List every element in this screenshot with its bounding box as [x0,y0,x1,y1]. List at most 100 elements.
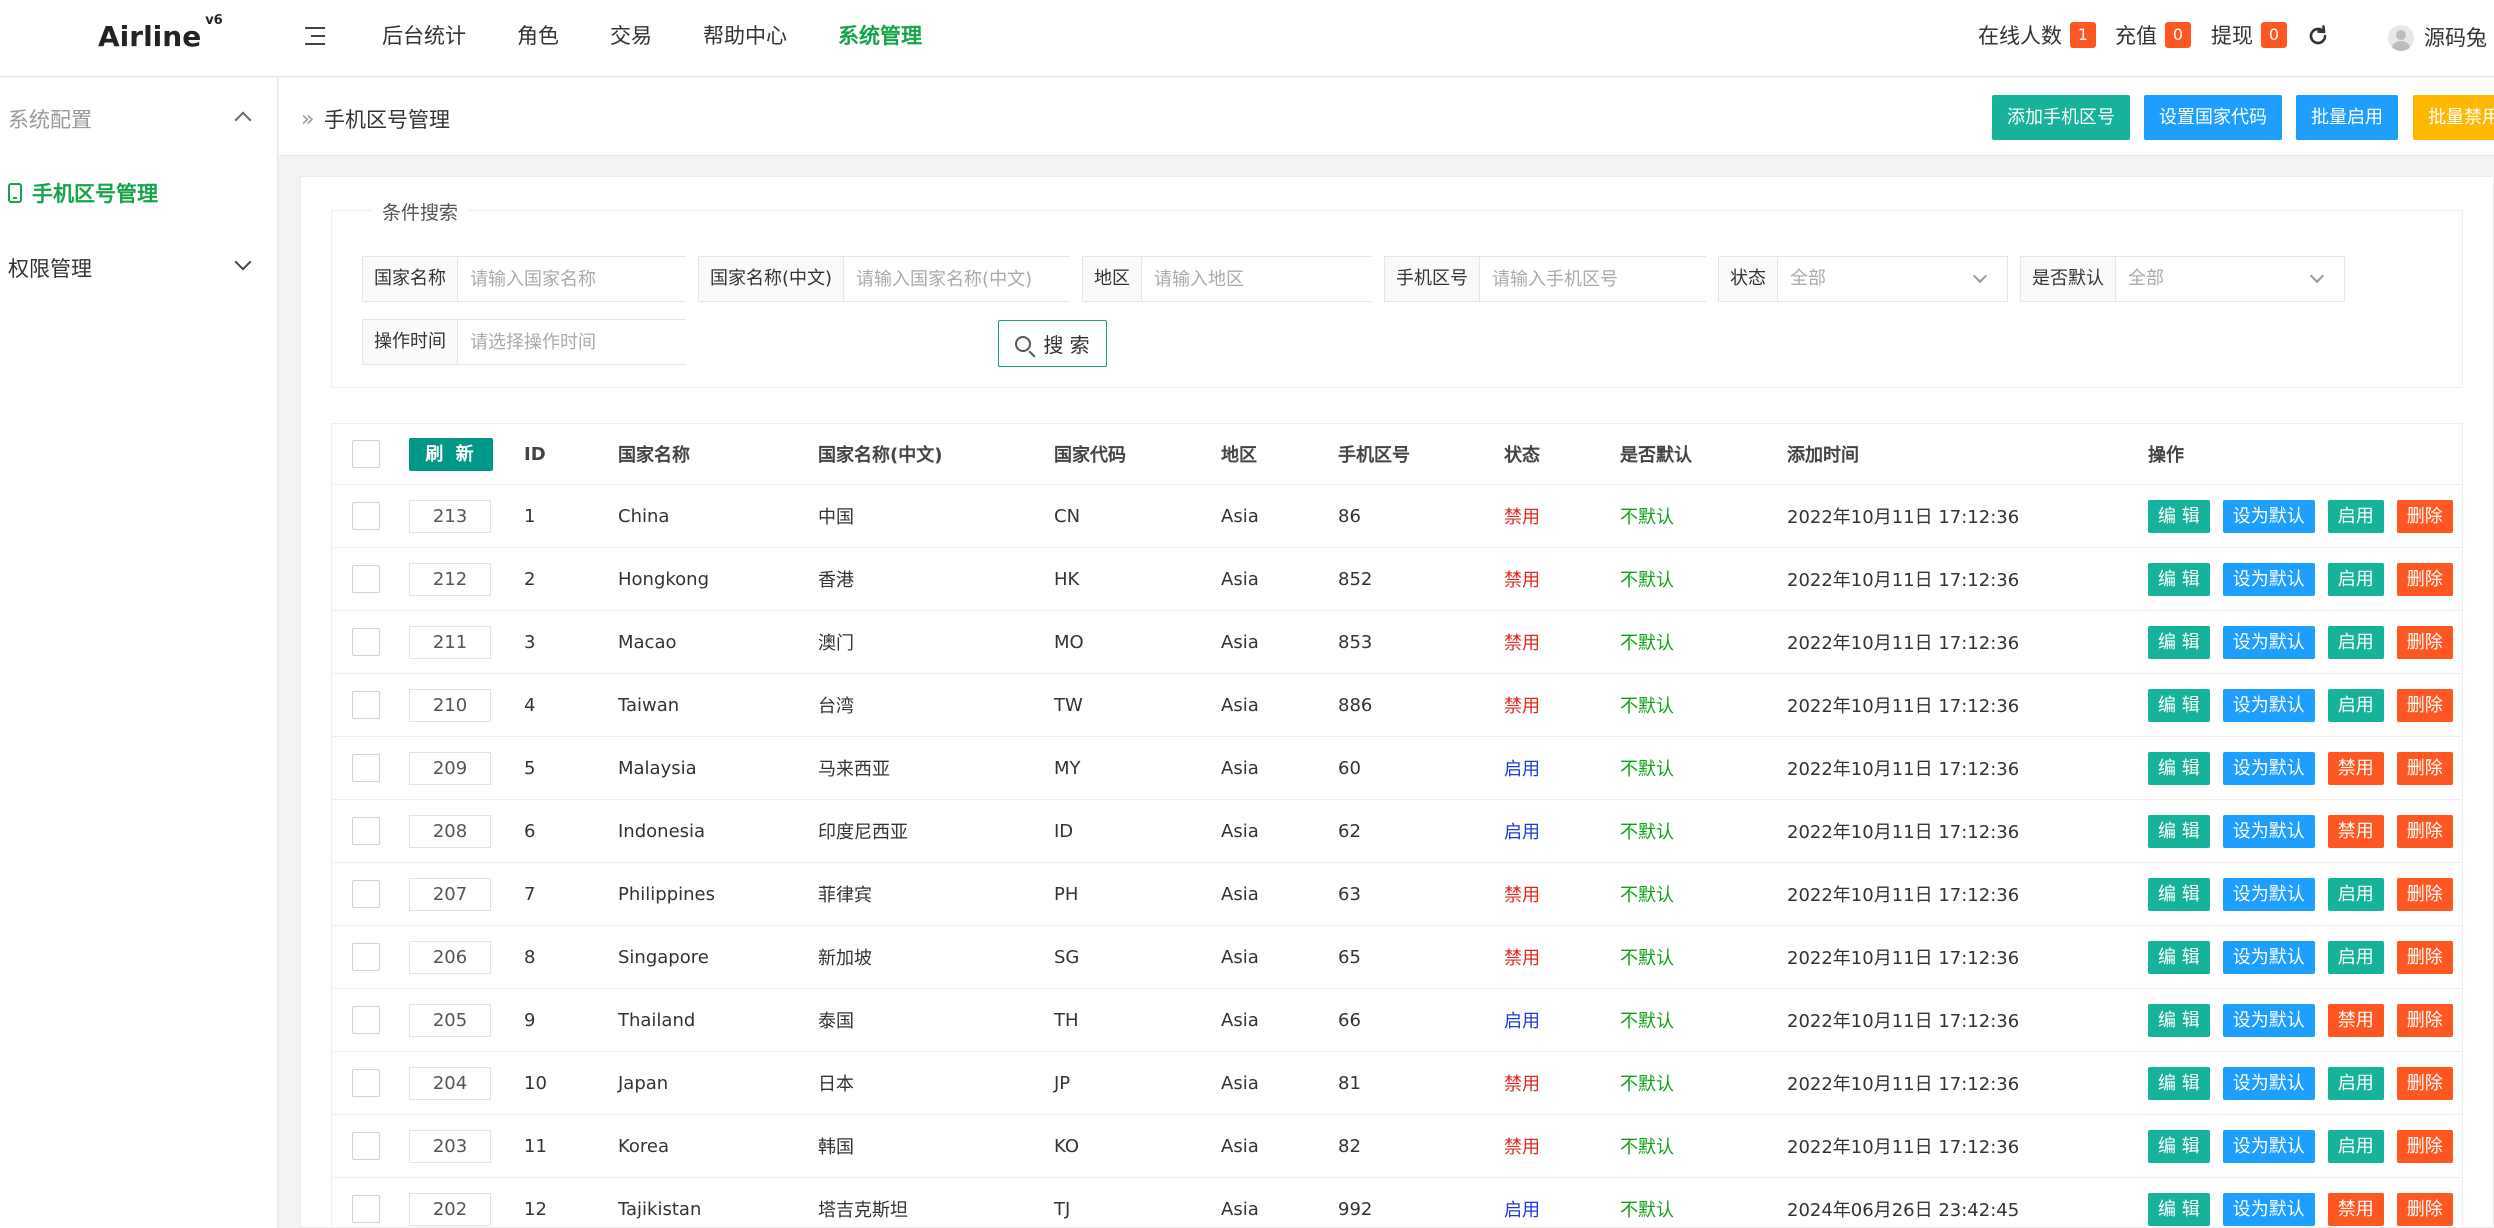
edit-button[interactable]: 编 辑 [2148,877,2210,911]
nav-item-3[interactable]: 帮助中心 [703,0,787,77]
edit-button[interactable]: 编 辑 [2148,625,2210,659]
delete-button[interactable]: 删除 [2396,940,2453,974]
enable-button[interactable]: 启用 [2327,877,2384,911]
row-checkbox[interactable] [352,502,380,530]
sort-order-input[interactable]: 209 [409,751,491,785]
add-phone-code-button[interactable]: 添加手机区号 [1992,95,2130,140]
enable-button[interactable]: 启用 [2327,1129,2384,1163]
delete-button[interactable]: 删除 [2396,625,2453,659]
sort-order-input[interactable]: 205 [409,1003,491,1037]
sort-order-input[interactable]: 211 [409,625,491,659]
select-all-checkbox[interactable] [352,440,380,468]
edit-button[interactable]: 编 辑 [2148,499,2210,533]
row-checkbox[interactable] [352,1069,380,1097]
delete-button[interactable]: 删除 [2396,814,2453,848]
delete-button[interactable]: 删除 [2396,562,2453,596]
nav-item-2[interactable]: 交易 [610,0,652,77]
enable-button[interactable]: 启用 [2327,562,2384,596]
set-default-button[interactable]: 设为默认 [2222,688,2315,722]
nav-item-0[interactable]: 后台统计 [382,0,466,77]
enable-button[interactable]: 启用 [2327,625,2384,659]
refresh-icon[interactable] [2306,24,2330,48]
sort-order-input[interactable]: 204 [409,1066,491,1100]
enable-button[interactable]: 启用 [2327,499,2384,533]
nav-item-4[interactable]: 系统管理 [838,0,922,77]
is-default-select[interactable]: 全部 [2116,257,2344,301]
row-checkbox[interactable] [352,880,380,908]
menu-toggle-icon[interactable] [303,24,327,48]
disable-button[interactable]: 禁用 [2327,751,2384,785]
batch-enable-button[interactable]: 批量启用 [2296,95,2398,140]
sort-order-input[interactable]: 210 [409,688,491,722]
delete-button[interactable]: 删除 [2396,877,2453,911]
disable-button[interactable]: 禁用 [2327,1003,2384,1037]
edit-button[interactable]: 编 辑 [2148,1192,2210,1226]
row-checkbox[interactable] [352,628,380,656]
row-checkbox[interactable] [352,1132,380,1160]
disable-button[interactable]: 禁用 [2327,814,2384,848]
set-default-button[interactable]: 设为默认 [2222,1192,2315,1226]
recharge-count[interactable]: 充值 0 [2115,20,2191,50]
sort-order-input[interactable]: 202 [409,1192,491,1226]
set-default-button[interactable]: 设为默认 [2222,1129,2315,1163]
sidebar-group-system-config[interactable]: 系统配置 [8,104,92,134]
row-checkbox[interactable] [352,565,380,593]
edit-button[interactable]: 编 辑 [2148,814,2210,848]
country-name-cn-input[interactable] [844,257,1094,301]
logo[interactable]: Airline v6 [98,13,223,53]
set-default-button[interactable]: 设为默认 [2222,814,2315,848]
batch-disable-button[interactable]: 批量禁用 [2413,95,2494,140]
set-default-button[interactable]: 设为默认 [2222,877,2315,911]
row-checkbox[interactable] [352,754,380,782]
edit-button[interactable]: 编 辑 [2148,1003,2210,1037]
edit-button[interactable]: 编 辑 [2148,751,2210,785]
sort-order-input[interactable]: 207 [409,877,491,911]
withdraw-count[interactable]: 提现 0 [2211,20,2287,50]
phone-code-input[interactable] [1480,257,1729,301]
enable-button[interactable]: 启用 [2327,1066,2384,1100]
row-checkbox[interactable] [352,943,380,971]
set-default-button[interactable]: 设为默认 [2222,1066,2315,1100]
set-default-button[interactable]: 设为默认 [2222,625,2315,659]
row-checkbox[interactable] [352,1006,380,1034]
edit-button[interactable]: 编 辑 [2148,688,2210,722]
row-checkbox[interactable] [352,691,380,719]
delete-button[interactable]: 删除 [2396,751,2453,785]
status-select[interactable]: 全部 [1778,257,2007,301]
set-default-button[interactable]: 设为默认 [2222,940,2315,974]
set-default-button[interactable]: 设为默认 [2222,562,2315,596]
online-count[interactable]: 在线人数 1 [1978,20,2096,50]
delete-button[interactable]: 删除 [2396,499,2453,533]
disable-button[interactable]: 禁用 [2327,1192,2384,1226]
row-checkbox[interactable] [352,817,380,845]
row-checkbox[interactable] [352,1195,380,1223]
set-default-button[interactable]: 设为默认 [2222,1003,2315,1037]
sort-order-input[interactable]: 213 [409,499,491,533]
sort-order-input[interactable]: 212 [409,562,491,596]
country-name-input[interactable] [458,257,707,301]
edit-button[interactable]: 编 辑 [2148,562,2210,596]
set-default-button[interactable]: 设为默认 [2222,499,2315,533]
sidebar-item-phone-code[interactable]: 手机区号管理 [8,178,158,208]
avatar-icon[interactable] [2388,25,2414,51]
search-button[interactable]: 搜 索 [998,320,1107,367]
nav-item-1[interactable]: 角色 [517,0,559,77]
edit-button[interactable]: 编 辑 [2148,940,2210,974]
delete-button[interactable]: 删除 [2396,1192,2453,1226]
edit-button[interactable]: 编 辑 [2148,1129,2210,1163]
edit-button[interactable]: 编 辑 [2148,1066,2210,1100]
enable-button[interactable]: 启用 [2327,940,2384,974]
delete-button[interactable]: 删除 [2396,1066,2453,1100]
username[interactable]: 源码兔 [2424,22,2487,52]
sort-order-input[interactable]: 208 [409,814,491,848]
chevron-down-icon[interactable] [234,253,252,271]
operation-time-input[interactable] [458,320,707,364]
refresh-table-button[interactable]: 刷 新 [409,437,493,471]
set-country-code-button[interactable]: 设置国家代码 [2144,95,2282,140]
sort-order-input[interactable]: 203 [409,1129,491,1163]
enable-button[interactable]: 启用 [2327,688,2384,722]
delete-button[interactable]: 删除 [2396,688,2453,722]
sidebar-group-permissions[interactable]: 权限管理 [8,253,92,283]
delete-button[interactable]: 删除 [2396,1129,2453,1163]
region-input[interactable] [1142,257,1391,301]
